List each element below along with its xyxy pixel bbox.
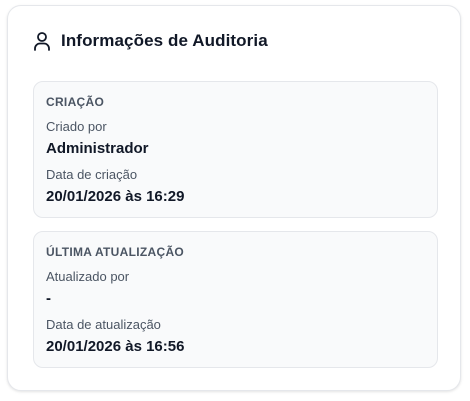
audit-info-card: Informações de Auditoria CRIAÇÃO Criado …: [7, 5, 461, 391]
update-section-title: ÚLTIMA ATUALIZAÇÃO: [46, 245, 185, 259]
user-icon: [33, 31, 51, 51]
updated-by-label: Atualizado por: [46, 269, 130, 284]
created-by-value: Administrador: [46, 140, 149, 157]
update-section: ÚLTIMA ATUALIZAÇÃO Atualizado por - Data…: [33, 231, 438, 368]
updated-at-label: Data de atualização: [46, 317, 161, 332]
updated-by-value: -: [46, 290, 51, 307]
created-at-value: 20/01/2026 às 16:29: [46, 188, 185, 205]
card-header: Informações de Auditoria: [33, 28, 268, 54]
creation-section-title: CRIAÇÃO: [46, 95, 105, 109]
updated-at-value: 20/01/2026 às 16:56: [46, 338, 185, 355]
card-title: Informações de Auditoria: [61, 31, 268, 50]
created-by-label: Criado por: [46, 119, 107, 134]
creation-section: CRIAÇÃO Criado por Administrador Data de…: [33, 81, 438, 218]
created-at-label: Data de criação: [46, 167, 138, 182]
